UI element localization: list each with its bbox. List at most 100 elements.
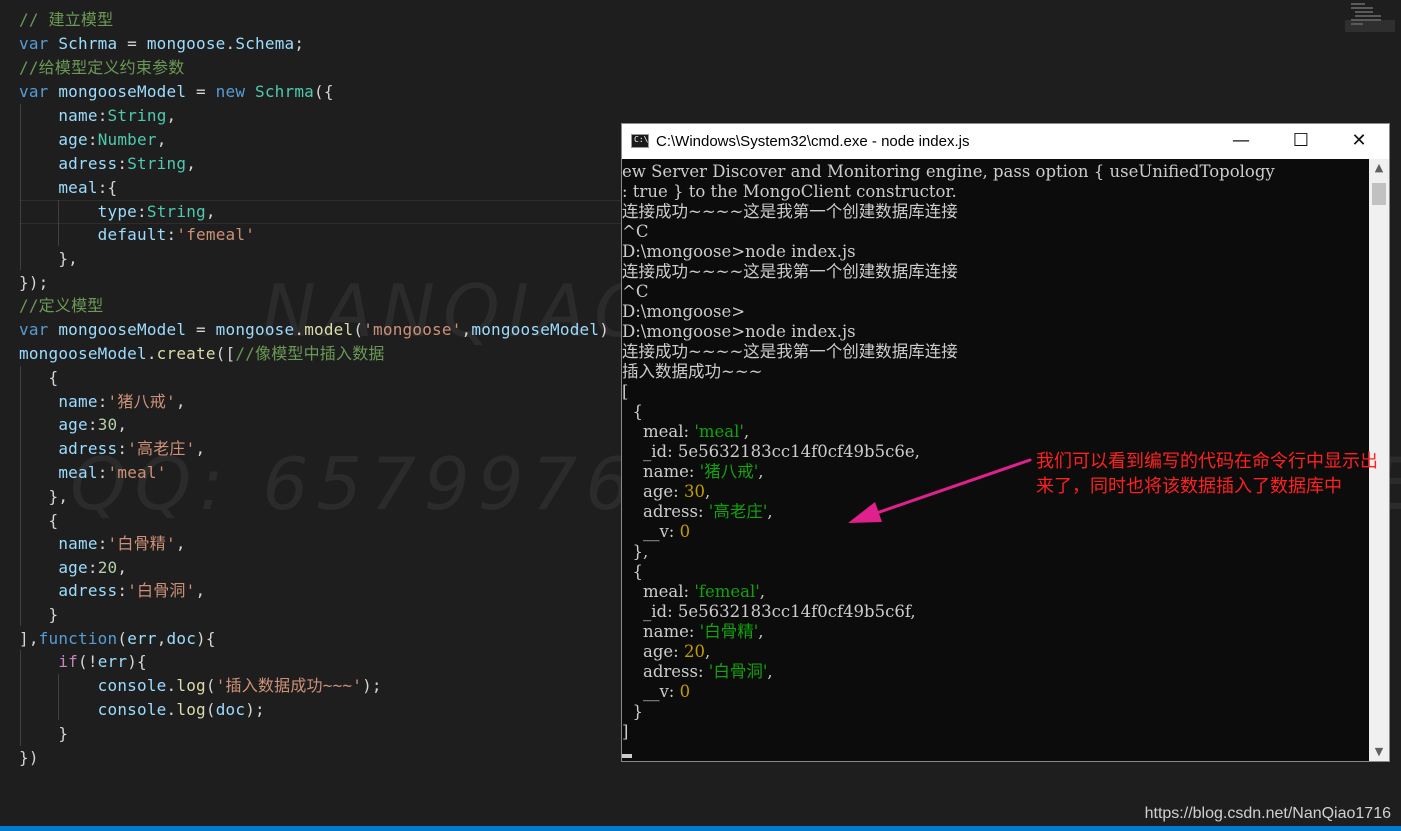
code-token: : [166, 225, 177, 244]
terminal-token: '白骨精' [699, 622, 759, 641]
code-token: = [186, 82, 216, 101]
code-token: ); [245, 700, 265, 719]
code-token: type [97, 202, 138, 221]
terminal-token: 连接成功~~~~这是我第一个创建数据库连接 [622, 262, 958, 281]
code-token: }) [19, 748, 39, 767]
code-line: } [19, 603, 58, 627]
code-token: { [19, 368, 59, 387]
code-token: : [97, 463, 108, 482]
terminal-line: _id: 5e5632183cc14f0cf49b5c6e, [622, 442, 920, 462]
minimize-button[interactable]: — [1212, 124, 1270, 159]
code-token: : [117, 439, 128, 458]
terminal-line: age: 20, [622, 642, 710, 662]
code-token: , [156, 130, 167, 149]
code-token: mongoose [215, 320, 295, 339]
code-token: 30 [97, 415, 118, 434]
scroll-up-icon[interactable]: ▲ [1369, 159, 1389, 177]
code-token: name [58, 392, 98, 411]
code-line: age:30, [19, 413, 127, 437]
terminal-token: , [767, 662, 773, 681]
scroll-down-icon[interactable]: ▼ [1369, 743, 1389, 761]
code-token: , [175, 392, 186, 411]
terminal-line: adress: '白骨洞', [622, 662, 773, 682]
terminal-token: meal: [622, 422, 695, 441]
scroll-thumb[interactable] [1372, 183, 1386, 205]
code-token: ){ [196, 629, 216, 648]
code-line: console.log('插入数据成功~~~'); [19, 674, 382, 698]
terminal-line: } [622, 702, 643, 722]
terminal-token: ew Server Discover and Monitoring engine… [622, 162, 1275, 181]
terminal-line: meal: 'meal', [622, 422, 749, 442]
code-line: age:Number, [19, 128, 167, 152]
terminal-token: _id: 5e5632183cc14f0cf49b5c6e, [622, 442, 920, 461]
code-token: name [58, 534, 98, 553]
code-token: . [146, 344, 157, 363]
code-token: 'mongoose' [363, 320, 462, 339]
minimap[interactable] [1345, 0, 1395, 30]
code-token: meal [58, 178, 98, 197]
terminal-token: 20 [683, 642, 705, 661]
terminal-line: { [622, 402, 643, 422]
code-token: model [304, 320, 354, 339]
code-line: meal:{ [19, 176, 117, 200]
code-line: console.log(doc); [19, 698, 265, 722]
code-token: create [156, 344, 216, 363]
code-token: , [117, 558, 128, 577]
code-token: mongooseModel [58, 320, 187, 339]
terminal-token: , [704, 642, 711, 661]
terminal-token: name: [622, 622, 700, 641]
code-token: ({ [314, 82, 334, 101]
terminal-token: , [767, 502, 773, 521]
code-line: adress:'白骨洞', [19, 579, 205, 603]
terminal-token: , [704, 482, 711, 501]
code-token: : [87, 558, 98, 577]
code-line: name:String, [19, 104, 176, 128]
terminal-token: [ [622, 382, 629, 401]
terminal-token: 插入数据成功~~~ [622, 362, 763, 381]
code-token: ); [362, 676, 382, 695]
maximize-button[interactable]: ☐ [1272, 124, 1330, 159]
code-token: adress [58, 154, 118, 173]
code-line: }, [19, 485, 68, 509]
code-token: //像模型中插入数据 [235, 344, 385, 363]
code-token: : [117, 581, 128, 600]
code-line: adress:'高老庄', [19, 437, 205, 461]
terminal-token: age: [622, 642, 684, 661]
terminal-line: 连接成功~~~~这是我第一个创建数据库连接 [622, 202, 958, 222]
cmd-window[interactable]: C:\. C:\Windows\System32\cmd.exe - node … [622, 124, 1389, 761]
code-token: '白骨精' [107, 534, 176, 553]
code-token: (! [78, 652, 98, 671]
code-token: : [87, 130, 98, 149]
code-token: ], [19, 629, 39, 648]
code-token: , [175, 534, 186, 553]
code-token: var [19, 34, 49, 53]
code-token: : [97, 106, 108, 125]
cmd-icon[interactable]: C:\. [631, 134, 653, 148]
code-token: ){ [127, 652, 147, 671]
code-token: mongooseModel [471, 320, 600, 339]
code-token: }, [19, 487, 69, 506]
code-line: var Schrma = mongoose.Schema; [19, 32, 304, 56]
code-line: }); [19, 271, 49, 295]
code-line: //定义模型 [19, 294, 103, 318]
terminal-line: ^C [622, 282, 648, 302]
code-token: console [97, 676, 167, 695]
code-token: function [38, 629, 118, 648]
close-button[interactable]: ✕ [1330, 124, 1388, 159]
terminal-token: ^C [622, 282, 649, 301]
code-token: String [146, 202, 206, 221]
cmd-titlebar[interactable]: C:\. C:\Windows\System32\cmd.exe - node … [622, 124, 1389, 159]
code-token: String [127, 154, 187, 173]
code-line: var mongooseModel = mongoose.model('mong… [19, 318, 609, 342]
terminal-line: { [622, 562, 643, 582]
code-token: , [166, 106, 177, 125]
terminal-line: D:\mongoose>node index.js [622, 242, 856, 262]
code-token: //定义模型 [19, 296, 104, 315]
